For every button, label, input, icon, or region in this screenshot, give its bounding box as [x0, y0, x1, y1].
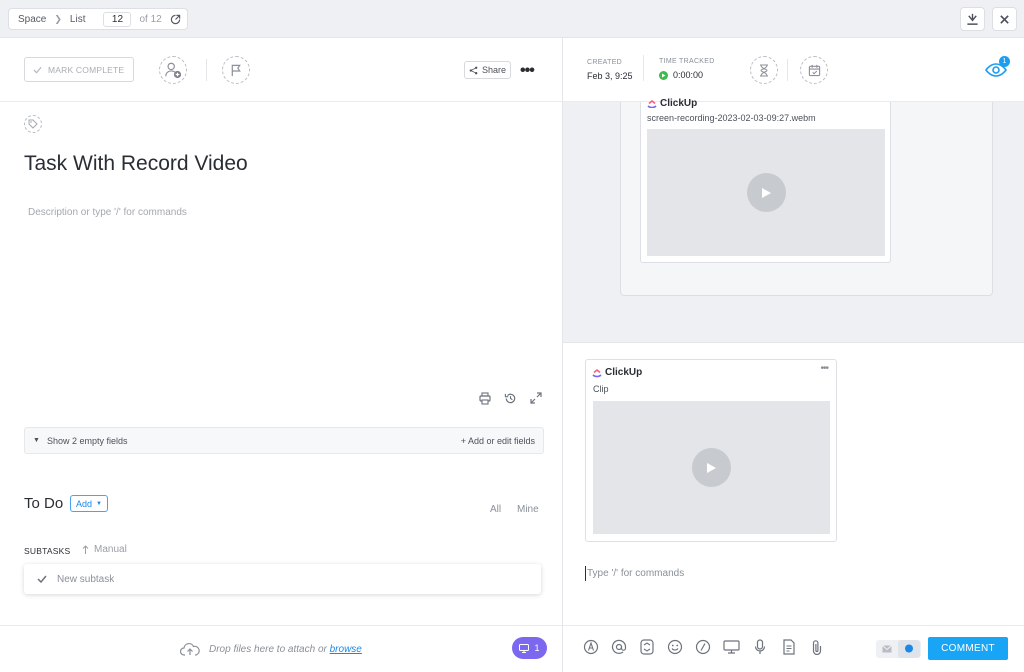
add-edit-fields-link[interactable]: + Add or edit fields	[461, 436, 535, 446]
add-label: Add	[76, 498, 93, 509]
slash-icon[interactable]	[694, 638, 712, 656]
comments-count: 1	[534, 643, 540, 653]
add-user-icon	[165, 62, 182, 79]
email-mode-icon[interactable]	[876, 640, 898, 658]
caret-down-icon[interactable]: ▼	[33, 437, 40, 444]
comment-button[interactable]: COMMENT	[928, 637, 1008, 660]
comment-icon	[519, 643, 530, 653]
time-tracked-label: TIME TRACKED	[659, 58, 715, 65]
breadcrumb-list[interactable]: List	[70, 14, 86, 25]
priority-button[interactable]	[222, 56, 250, 84]
hourglass-icon	[760, 64, 768, 76]
close-button[interactable]	[992, 7, 1017, 31]
description-input[interactable]: Description or type '/' for commands	[28, 207, 187, 218]
play-icon[interactable]	[659, 70, 668, 80]
created-label: CREATED	[587, 59, 623, 66]
time-estimate-button[interactable]	[750, 56, 778, 84]
sort-manual-label: Manual	[94, 544, 127, 555]
filter-mine[interactable]: Mine	[517, 504, 539, 515]
file-drop-zone[interactable]: Drop files here to attach or browse	[180, 642, 362, 656]
play-icon[interactable]	[692, 448, 731, 487]
mark-complete-button[interactable]: MARK COMPLETE	[24, 57, 134, 82]
open-external-icon[interactable]	[170, 14, 181, 25]
document-icon[interactable]	[780, 638, 798, 656]
breadcrumb: Space ❯ List 12 of 12	[8, 8, 188, 30]
text-cursor	[585, 566, 586, 581]
microphone-icon[interactable]	[751, 638, 769, 656]
created-value: Feb 3, 9:25	[587, 71, 633, 81]
video-preview[interactable]	[647, 129, 885, 256]
time-tracker[interactable]: 0:00:00	[659, 70, 703, 80]
more-options-button[interactable]: •••	[520, 62, 535, 80]
flag-icon	[231, 64, 241, 76]
comment-input[interactable]: Type '/' for commands	[587, 568, 684, 579]
time-tracked-value: 0:00:00	[673, 70, 704, 80]
emoji-icon[interactable]	[666, 638, 684, 656]
clickup-logo: ClickUp	[592, 367, 642, 378]
subtasks-label: SUBTASKS	[24, 546, 71, 556]
clip-more-button[interactable]: •••	[820, 363, 828, 374]
browse-link[interactable]: browse	[330, 644, 362, 655]
watchers-button[interactable]: 1	[984, 56, 1012, 82]
breadcrumb-space[interactable]: Space	[18, 14, 46, 25]
attachment-icon[interactable]	[808, 638, 826, 656]
meta-separator	[643, 55, 644, 81]
play-icon[interactable]	[746, 173, 786, 212]
assign-user-button[interactable]	[159, 56, 187, 84]
new-subtask-input[interactable]: New subtask	[24, 564, 541, 594]
watchers-count: 1	[999, 56, 1010, 67]
comment-mode-toggle[interactable]	[876, 640, 921, 658]
toolbar-separator	[206, 59, 207, 81]
comments-count-button[interactable]: 1	[512, 637, 547, 659]
clip-attachment[interactable]: ClickUp ••• Clip	[585, 359, 837, 542]
tag-icon[interactable]	[24, 115, 42, 133]
close-icon	[1000, 14, 1009, 24]
drop-text: Drop files here to attach or	[209, 643, 327, 655]
calendar-icon	[808, 64, 820, 76]
header-divider	[0, 101, 562, 102]
comment-mode-icon[interactable]	[898, 640, 920, 658]
attachment-card[interactable]: ClickUp screen-recording-2023-02-03-09:2…	[640, 98, 891, 263]
due-date-button[interactable]	[800, 56, 828, 84]
status-heading: To Do	[24, 495, 64, 512]
arrow-up-icon	[82, 545, 89, 554]
download-button[interactable]	[960, 7, 985, 31]
show-empty-fields-toggle[interactable]: Show 2 empty fields	[47, 436, 128, 446]
screen-record-icon[interactable]	[722, 638, 740, 656]
mention-assign-icon[interactable]	[582, 638, 600, 656]
new-subtask-placeholder: New subtask	[57, 573, 115, 585]
mark-complete-label: MARK COMPLETE	[48, 64, 125, 75]
download-icon	[967, 13, 978, 25]
at-mention-icon[interactable]	[610, 638, 628, 656]
check-icon	[33, 66, 42, 74]
clip-title: Clip	[593, 384, 609, 394]
clickup-logo: ClickUp	[647, 98, 697, 109]
print-icon[interactable]	[478, 392, 492, 405]
task-title[interactable]: Task With Record Video	[24, 152, 248, 176]
history-icon[interactable]	[504, 392, 517, 405]
task-meta-header	[563, 38, 1024, 102]
check-icon	[37, 575, 47, 583]
sort-manual-button[interactable]: Manual	[82, 544, 127, 555]
share-button[interactable]: Share	[464, 61, 511, 79]
page-total: of 12	[139, 13, 162, 25]
share-label: Share	[481, 65, 507, 75]
filter-all[interactable]: All	[490, 504, 501, 515]
caret-down-icon: ▼	[96, 500, 102, 507]
slash-command-icon[interactable]	[638, 638, 656, 656]
meta-separator	[787, 59, 788, 81]
clip-video-preview[interactable]	[593, 401, 830, 534]
add-todo-button[interactable]: Add ▼	[70, 495, 108, 512]
cloud-upload-icon	[180, 643, 200, 656]
attachment-filename[interactable]: screen-recording-2023-02-03-09:27.webm	[647, 113, 816, 123]
share-icon	[469, 66, 478, 74]
expand-icon[interactable]	[530, 392, 542, 404]
page-number-input[interactable]: 12	[103, 11, 132, 27]
empty-fields-bar: ▼ Show 2 empty fields + Add or edit fiel…	[24, 427, 544, 454]
chevron-right-icon: ❯	[54, 13, 62, 24]
